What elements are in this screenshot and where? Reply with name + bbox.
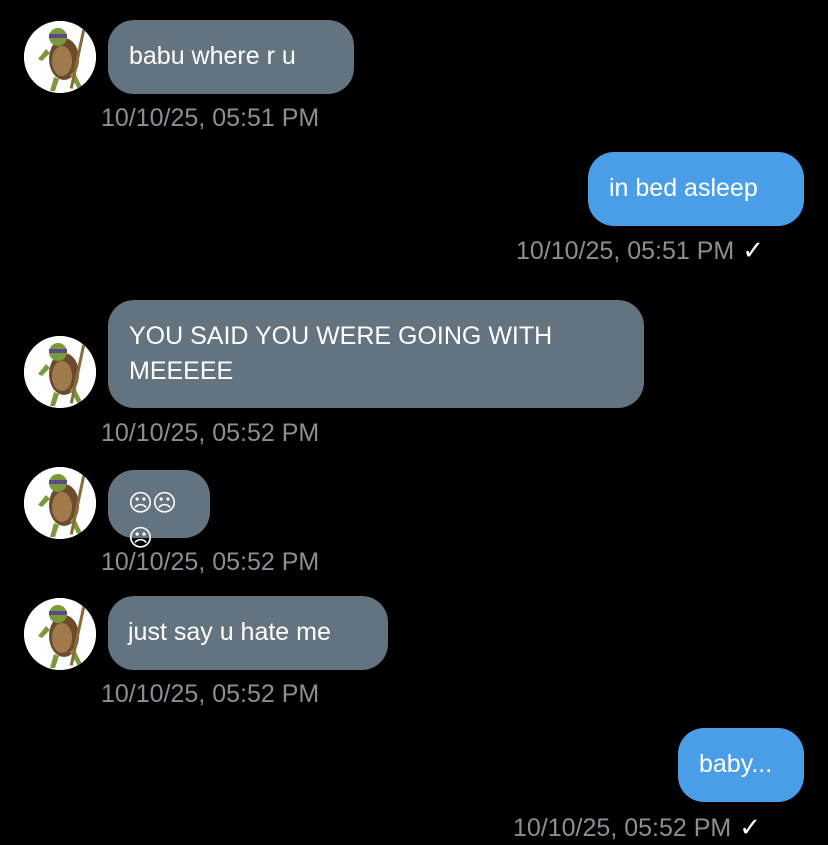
- message-bubble[interactable]: ☹☹☹: [108, 470, 210, 552]
- contact-avatar[interactable]: [24, 21, 96, 93]
- message-bubble[interactable]: in bed asleep: [588, 152, 804, 226]
- message-incoming: just say u hate me 10/10/25, 05:52 PM: [0, 590, 828, 720]
- timestamp-text: 10/10/25, 05:51 PM: [516, 237, 735, 265]
- sent-check-icon: ✓: [742, 235, 765, 265]
- message-incoming: babu where r u 10/10/25, 05:51 PM: [0, 0, 828, 140]
- message-bubble[interactable]: YOU SAID YOU WERE GOING WITH MEEEEE: [108, 300, 644, 408]
- message-timestamp: 10/10/25, 05:52 PM: [101, 548, 320, 576]
- contact-avatar[interactable]: [24, 598, 96, 670]
- message-timestamp: 10/10/25, 05:51 PM: [101, 104, 320, 132]
- turtle-avatar-icon: [24, 598, 96, 670]
- turtle-avatar-icon: [24, 336, 96, 408]
- turtle-avatar-icon: [24, 21, 96, 93]
- message-bubble[interactable]: babu where r u: [108, 20, 354, 94]
- chat-thread: babu where r u 10/10/25, 05:51 PM in bed…: [0, 0, 828, 845]
- contact-avatar[interactable]: [24, 336, 96, 408]
- message-timestamp: 10/10/25, 05:52 PM: [101, 419, 320, 447]
- message-bubble[interactable]: just say u hate me: [108, 596, 388, 670]
- message-incoming: YOU SAID YOU WERE GOING WITH MEEEEE 10/1…: [0, 290, 828, 460]
- message-outgoing: in bed asleep 10/10/25, 05:51 PM ✓: [0, 150, 828, 270]
- message-timestamp: 10/10/25, 05:52 PM: [101, 680, 320, 708]
- message-incoming: ☹☹☹ 10/10/25, 05:52 PM: [0, 460, 828, 590]
- turtle-avatar-icon: [24, 467, 96, 539]
- message-timestamp: 10/10/25, 05:51 PM ✓: [516, 235, 764, 266]
- message-bubble[interactable]: baby...: [678, 728, 804, 802]
- sent-check-icon: ✓: [739, 812, 762, 842]
- message-outgoing: baby... 10/10/25, 05:52 PM ✓: [0, 720, 828, 845]
- timestamp-text: 10/10/25, 05:52 PM: [513, 814, 732, 842]
- message-timestamp: 10/10/25, 05:52 PM ✓: [513, 812, 761, 843]
- contact-avatar[interactable]: [24, 467, 96, 539]
